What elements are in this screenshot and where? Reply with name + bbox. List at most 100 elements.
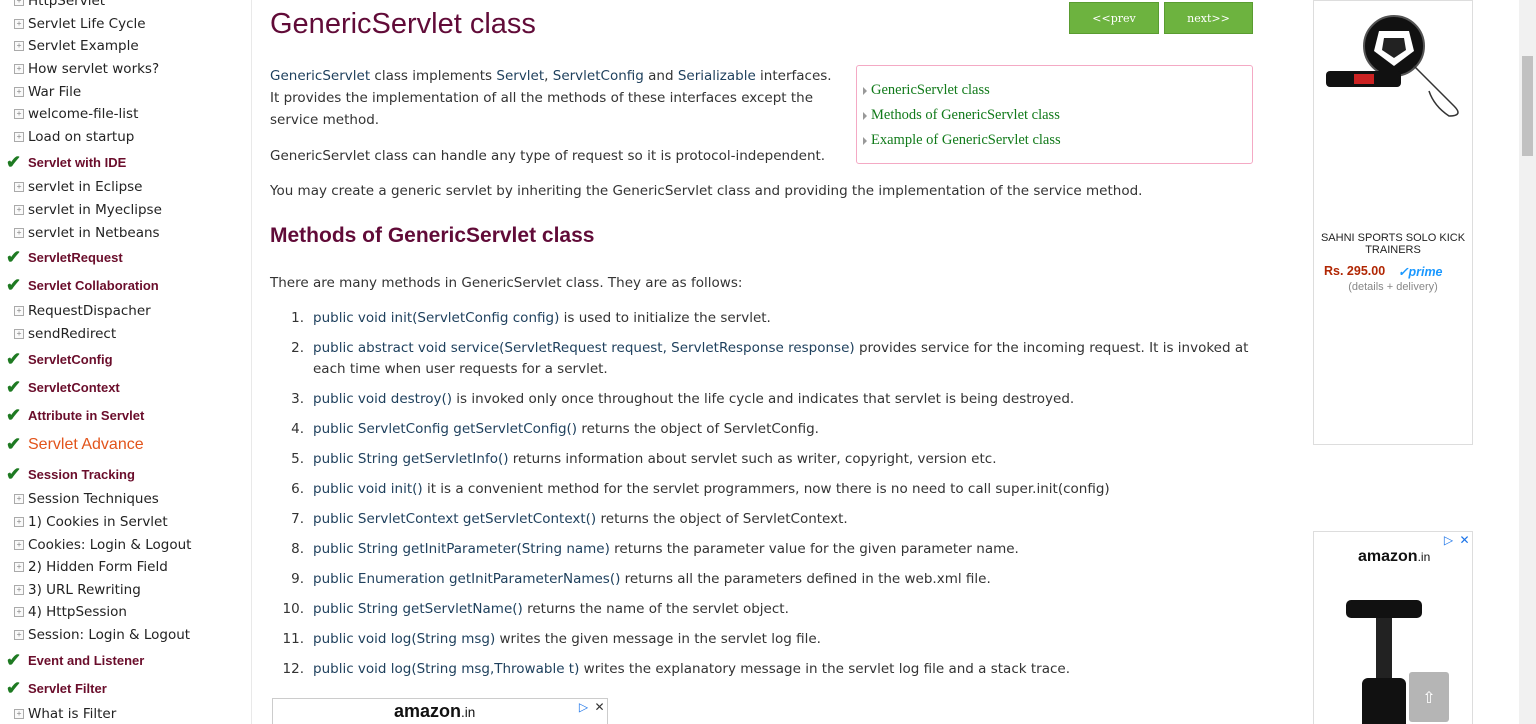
sidebar-label: HttpServlet [28,0,106,10]
sidebar-label: welcome-file-list [28,106,139,123]
method-item: 9. public Enumeration getInitParameterNam… [270,569,1255,590]
expand-icon: + [14,109,24,120]
sidebar-section[interactable]: ✔ ServletConfig [0,345,251,373]
sidebar-label: servlet in Eclipse [28,179,143,196]
check-icon: ✔ [6,434,22,455]
product-price: Rs. 295.00 [1324,264,1386,278]
scrollbar-thumb[interactable] [1522,56,1533,156]
sidebar-link[interactable]: + Session: Login & Logout [0,624,251,647]
sidebar-label: 4) HttpSession [28,604,127,621]
check-icon: ✔ [6,376,22,397]
sidebar-link[interactable]: +4) HttpSession [0,601,251,624]
page-scrollbar[interactable] [1519,0,1536,724]
expand-icon: + [14,494,24,505]
method-text: public void log(String msg) writes the g… [313,629,1255,650]
method-text: public void init() it is a convenient me… [313,479,1255,500]
method-description: returns information about servlet such a… [508,451,997,467]
method-item: 1. public void init(ServletConfig config)… [270,308,1255,329]
method-description: is invoked only once throughout the life… [452,391,1075,407]
sidebar-section[interactable]: ✔ ServletContext [0,373,251,401]
details-link[interactable]: (details + delivery) [1314,281,1472,293]
sidebar-label: Session Techniques [28,491,159,508]
sidebar-link[interactable]: + War File [0,80,251,103]
check-icon: ✔ [6,649,22,670]
sidebar-label: ServletRequest [28,250,123,266]
method-description: it is a convenient method for the servle… [422,481,1110,497]
sidebar-label: Attribute in Servlet [28,407,145,423]
sidebar-section[interactable]: ✔ Attribute in Servlet [0,401,251,429]
close-icon[interactable]: ✕ [593,701,606,714]
toc-link-example[interactable]: Example of GenericServlet class [857,128,1252,153]
close-icon[interactable]: ✕ [1458,534,1471,547]
adchoices-icon[interactable]: ▷ [1442,534,1455,547]
sidebar-link[interactable]: + servlet in Eclipse [0,176,251,199]
method-signature: public abstract void service(ServletRequ… [313,340,855,356]
method-item: 6. public void init() it is a convenient … [270,479,1255,500]
bottom-ad-banner[interactable]: amazon.in ▷ ✕ [272,698,608,724]
method-number: 12. [282,661,304,677]
check-icon: ✔ [6,275,22,296]
sidebar-link[interactable]: + What is Filter [0,702,251,724]
sidebar-label: Servlet with IDE [28,154,127,170]
sidebar-link[interactable]: + sendRedirect [0,323,251,346]
method-signature: public void destroy() [313,391,453,407]
expand-icon: + [14,539,24,550]
sidebar-section[interactable]: ✔ Session Tracking [0,460,251,488]
scroll-to-top-button[interactable]: ⇧ [1409,672,1449,722]
expand-icon: + [14,328,24,339]
sidebar-link[interactable]: +1) Cookies in Servlet [0,511,251,534]
expand-icon: + [14,607,24,618]
sidebar-link[interactable]: + Session Techniques [0,488,251,511]
toc-link-genericservlet[interactable]: GenericServlet class [857,78,1252,103]
methods-heading: Methods of GenericServlet class [270,224,595,247]
sidebar-link[interactable]: + Servlet Example [0,35,251,58]
sidebar-link[interactable]: + welcome-file-list [0,103,251,126]
sidebar-link[interactable]: + servlet in Myeclipse [0,199,251,222]
method-text: public void log(String msg,Throwable t) … [313,659,1255,680]
method-text: public void destroy() is invoked only on… [313,389,1255,410]
sidebar-link[interactable]: + How servlet works? [0,58,251,81]
product-ad[interactable]: SAHNI SPORTS SOLO KICK TRAINERS Rs. 295.… [1313,0,1473,445]
method-text: public Enumeration getInitParameterNames… [313,569,1255,590]
sidebar-link[interactable]: + RequestDispacher [0,300,251,323]
sidebar-label: servlet in Netbeans [28,224,160,241]
sidebar-link[interactable]: + Servlet Life Cycle [0,13,251,36]
sidebar-link[interactable]: +2) Hidden Form Field [0,556,251,579]
sidebar-section[interactable]: ✔ ServletRequest [0,244,251,272]
expand-icon: + [14,64,24,75]
method-number: 7. [291,511,304,527]
method-number: 11. [282,631,304,647]
sidebar-link[interactable]: + HttpServlet [0,0,251,13]
method-description: returns the object of ServletConfig. [577,421,819,437]
next-button[interactable]: next>> [1164,2,1253,34]
sidebar-section[interactable]: ✔ Servlet Advance [0,429,251,460]
method-description: returns the name of the servlet object. [522,601,789,617]
adchoices-icon[interactable]: ▷ [577,701,590,714]
prev-button[interactable]: <<prev [1069,2,1159,34]
main-content: GenericServlet class <<prev next>> Gener… [270,0,1255,724]
method-text: public void init(ServletConfig config) i… [313,308,1255,329]
product-title: SAHNI SPORTS SOLO KICK TRAINERS [1320,232,1466,256]
inherit-paragraph: You may create a generic servlet by inhe… [270,183,1143,199]
method-signature: public String getServletInfo() [313,451,509,467]
sidebar-label: ServletConfig [28,351,113,367]
toc-link-methods[interactable]: Methods of GenericServlet class [857,103,1252,128]
sidebar-section[interactable]: ✔ Servlet with IDE [0,148,251,176]
method-signature: public void init() [313,481,423,497]
sidebar-section[interactable]: ✔ Event and Listener [0,646,251,674]
sidebar-label: Session: Login & Logout [28,626,191,643]
sidebar-section[interactable]: ✔ Servlet Filter [0,674,251,702]
sidebar-link[interactable]: + servlet in Netbeans [0,221,251,244]
sidebar-link[interactable]: + Load on startup [0,126,251,149]
method-text: public abstract void service(ServletRequ… [313,338,1255,380]
sidebar-link[interactable]: + Cookies: Login & Logout [0,533,251,556]
sidebar-link[interactable]: +3) URL Rewriting [0,579,251,602]
method-signature: public String getInitParameter(String na… [313,541,610,557]
expand-icon: + [14,517,24,528]
method-text: public ServletContext getServletContext(… [313,509,1255,530]
expand-icon: + [14,182,24,193]
method-item: 12. public void log(String msg,Throwable … [270,659,1255,680]
method-text: public String getServletName() returns t… [313,599,1255,620]
sidebar-section[interactable]: ✔ Servlet Collaboration [0,272,251,300]
amazon-ad[interactable]: ▷ ✕ amazon.in [1313,531,1473,724]
